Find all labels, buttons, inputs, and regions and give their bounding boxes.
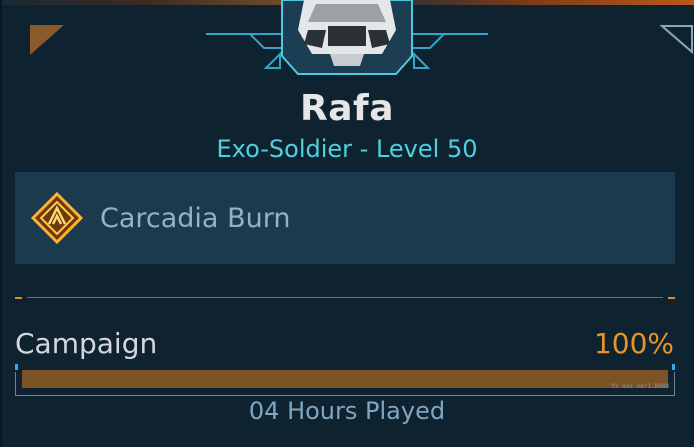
campaign-progress-bar: fx xxx ver1.8888	[15, 364, 675, 396]
divider-line	[27, 297, 663, 298]
version-text: fx xxx ver1.8888	[611, 383, 669, 390]
location-panel: Carcadia Burn	[15, 172, 675, 264]
location-emblem-icon	[31, 192, 83, 244]
divider-tick-left	[15, 297, 22, 299]
section-divider	[15, 296, 675, 300]
corner-triangle-right-icon	[660, 25, 693, 54]
campaign-label: Campaign	[15, 327, 158, 360]
corner-triangle-left-icon	[30, 25, 64, 55]
character-class-level: Exo-Soldier - Level 50	[216, 135, 478, 163]
bar-tick-right	[672, 364, 675, 370]
character-helmet-icon	[206, 0, 488, 75]
character-name: Rafa	[300, 88, 394, 129]
divider-tick-right	[668, 297, 675, 299]
progress-fill	[22, 370, 668, 388]
bar-tick-left	[15, 364, 18, 370]
left-border	[0, 0, 2, 447]
campaign-progress-percent: 100%	[593, 327, 674, 360]
location-name: Carcadia Burn	[100, 203, 291, 234]
progress-track	[22, 370, 668, 388]
hours-played: 04 Hours Played	[248, 397, 446, 425]
